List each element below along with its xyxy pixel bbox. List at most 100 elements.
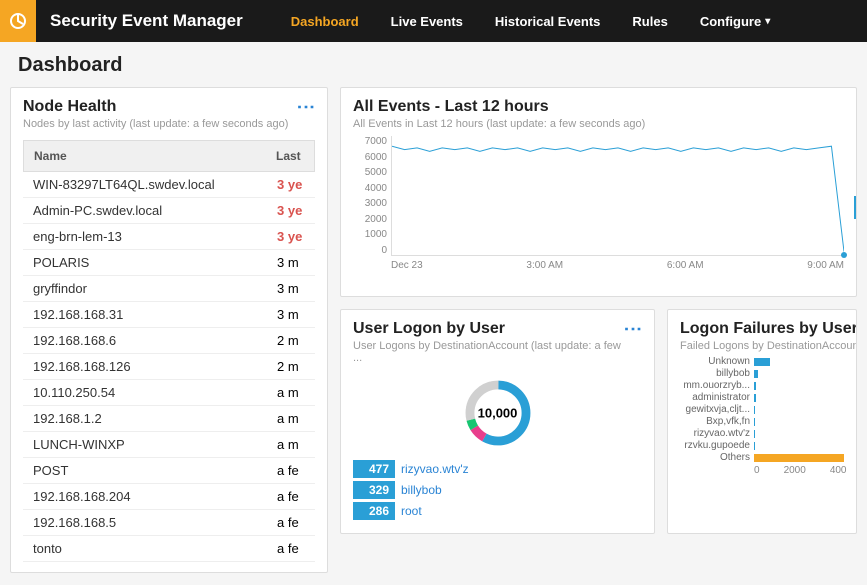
- node-health-subtitle: Nodes by last activity (last update: a f…: [23, 118, 288, 130]
- node-last-activity: a fe: [277, 489, 305, 504]
- col-last[interactable]: Last: [276, 149, 304, 163]
- node-last-activity: a m: [277, 437, 305, 452]
- table-row[interactable]: 192.168.1.2a m: [23, 406, 315, 432]
- failure-row[interactable]: rzvku.gupoede: [680, 440, 844, 451]
- failure-bar: [754, 430, 755, 438]
- logon-bar-list: 477 rizyvao.wtv'z 329 billybob 286root: [353, 460, 642, 520]
- node-last-activity: a m: [277, 411, 305, 426]
- logon-count: 329: [353, 481, 395, 499]
- node-last-activity: a fe: [277, 541, 305, 556]
- failures-chart[interactable]: Unknownbillybobmm.ouorzryb...administrat…: [680, 356, 844, 463]
- node-name: 192.168.168.5: [33, 515, 277, 530]
- nav-configure[interactable]: Configure▾: [684, 0, 786, 42]
- events-badge: 55: [854, 196, 857, 219]
- failure-bar: [754, 406, 755, 414]
- node-name: 192.168.1.2: [33, 411, 277, 426]
- table-row[interactable]: Admin-PC.swdev.local3 ye: [23, 198, 315, 224]
- widget-node-health: Node Health Nodes by last activity (last…: [10, 87, 328, 573]
- node-name: Admin-PC.swdev.local: [33, 203, 277, 218]
- col-name[interactable]: Name: [34, 149, 276, 163]
- failure-bar-wrap: [754, 394, 844, 402]
- node-last-activity: 3 ye: [277, 177, 305, 192]
- failure-bar: [754, 418, 755, 426]
- node-last-activity: 3 ye: [277, 229, 305, 244]
- table-row[interactable]: gryffindor3 m: [23, 276, 315, 302]
- failure-row[interactable]: billybob: [680, 368, 844, 379]
- failure-user: rzvku.gupoede: [680, 440, 754, 451]
- table-row[interactable]: 192.168.168.204a fe: [23, 484, 315, 510]
- logon-bar-row[interactable]: 477 rizyvao.wtv'z: [353, 460, 642, 478]
- table-row[interactable]: WIN-83297LT64QL.swdev.local3 ye: [23, 172, 315, 198]
- failure-row[interactable]: mm.ouorzryb...: [680, 380, 844, 391]
- logon-user: billybob: [401, 483, 442, 497]
- table-row[interactable]: 192.168.168.62 m: [23, 328, 315, 354]
- node-name: tonto: [33, 541, 277, 556]
- widget-logon-failures: Logon Failures by User Failed Logons by …: [667, 309, 857, 534]
- widget-all-events: All Events - Last 12 hours All Events in…: [340, 87, 857, 297]
- table-row[interactable]: 192.168.168.1262 m: [23, 354, 315, 380]
- failure-user: billybob: [680, 368, 754, 379]
- failures-x-axis: 02000400: [754, 465, 844, 476]
- failure-row[interactable]: rizyvao.wtv'z: [680, 428, 844, 439]
- failure-bar-wrap: [754, 406, 844, 414]
- table-row[interactable]: 10.110.250.54a m: [23, 380, 315, 406]
- failure-row[interactable]: gewitxvja,cljt...: [680, 404, 844, 415]
- failure-row[interactable]: administrator: [680, 392, 844, 403]
- donut-center-value: 10,000: [478, 406, 518, 421]
- node-name: 192.168.168.6: [33, 333, 277, 348]
- table-row[interactable]: eng-brn-lem-133 ye: [23, 224, 315, 250]
- donut-chart[interactable]: 10,000: [353, 370, 642, 456]
- failure-user: mm.ouorzryb...: [680, 380, 754, 391]
- failure-row[interactable]: Unknown: [680, 356, 844, 367]
- node-health-table: Name Last WIN-83297LT64QL.swdev.local3 y…: [23, 140, 315, 562]
- node-last-activity: a fe: [277, 515, 305, 530]
- failure-user: Bxp,vfk,fn: [680, 416, 754, 427]
- failure-bar: [754, 442, 755, 450]
- chart-plot: [391, 136, 844, 256]
- chevron-down-icon: ▾: [765, 16, 770, 27]
- failure-bar-wrap: [754, 430, 844, 438]
- line-chart-svg: [392, 136, 844, 255]
- failure-user: Others: [680, 452, 754, 463]
- main-nav: DashboardLive EventsHistorical EventsRul…: [275, 0, 787, 42]
- logo-icon: [8, 11, 28, 31]
- table-row[interactable]: LUNCH-WINXPa m: [23, 432, 315, 458]
- user-logon-title: User Logon by User: [353, 320, 624, 338]
- x-axis: Dec 233:00 AM6:00 AM9:00 AM: [391, 260, 844, 271]
- kebab-menu-icon[interactable]: ⋮: [624, 320, 642, 339]
- nav-rules[interactable]: Rules: [616, 0, 683, 42]
- table-header: Name Last: [23, 140, 315, 172]
- failure-row[interactable]: Bxp,vfk,fn: [680, 416, 844, 427]
- node-name: POLARIS: [33, 255, 277, 270]
- logon-bar-row[interactable]: 329 billybob: [353, 481, 642, 499]
- node-name: LUNCH-WINXP: [33, 437, 277, 452]
- node-name: 192.168.168.204: [33, 489, 277, 504]
- nav-dashboard[interactable]: Dashboard: [275, 0, 375, 42]
- failure-bar: [754, 370, 758, 378]
- kebab-menu-icon[interactable]: ⋮: [297, 98, 315, 117]
- failure-row[interactable]: Others: [680, 452, 844, 463]
- chart-end-dot: [841, 252, 847, 258]
- logon-bar-row[interactable]: 286root: [353, 502, 642, 520]
- table-row[interactable]: tontoa fe: [23, 536, 315, 562]
- nav-live-events[interactable]: Live Events: [375, 0, 479, 42]
- node-last-activity: 3 ye: [277, 203, 305, 218]
- table-row[interactable]: 192.168.168.313 m: [23, 302, 315, 328]
- failure-bar: [754, 454, 844, 462]
- table-row[interactable]: POLARIS3 m: [23, 250, 315, 276]
- logon-user: rizyvao.wtv'z: [401, 462, 469, 476]
- node-name: eng-brn-lem-13: [33, 229, 277, 244]
- node-last-activity: 3 m: [277, 281, 305, 296]
- failure-bar-wrap: [754, 370, 844, 378]
- node-name: 192.168.168.31: [33, 307, 277, 322]
- logon-user: root: [401, 504, 422, 518]
- table-row[interactable]: 192.168.168.5a fe: [23, 510, 315, 536]
- table-row[interactable]: POSTa fe: [23, 458, 315, 484]
- logon-count: 477: [353, 460, 395, 478]
- failure-bar: [754, 382, 756, 390]
- nav-historical-events[interactable]: Historical Events: [479, 0, 617, 42]
- page-title: Dashboard: [0, 42, 867, 87]
- all-events-subtitle: All Events in Last 12 hours (last update…: [353, 118, 844, 130]
- all-events-chart[interactable]: 70006000500040003000200010000 Dec 233:00…: [353, 136, 844, 286]
- node-last-activity: 3 m: [277, 255, 305, 270]
